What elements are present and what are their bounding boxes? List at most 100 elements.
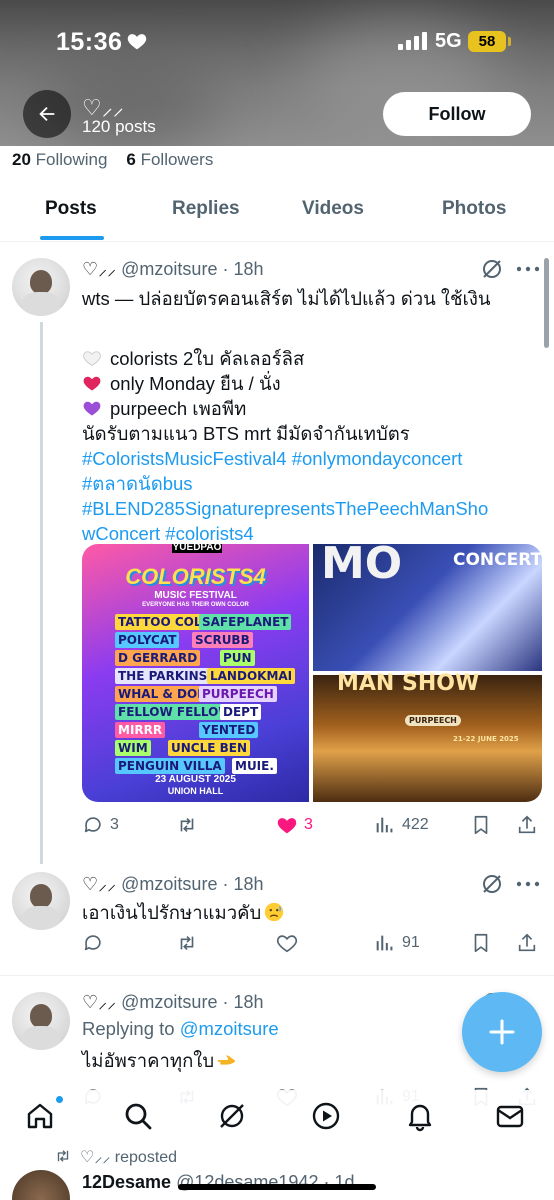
author-handle[interactable]: @mzoitsure bbox=[121, 874, 217, 894]
lineup-item: MIRRR bbox=[115, 722, 166, 738]
posts-count: 120 posts bbox=[82, 117, 156, 136]
hashtag-link[interactable]: #ตลาดนัดbus bbox=[82, 473, 193, 494]
lineup-item: MUIE. bbox=[232, 758, 277, 774]
repost-button[interactable] bbox=[176, 932, 198, 954]
scrollbar[interactable] bbox=[544, 258, 549, 348]
status-bar: 15:36 5G 58 bbox=[0, 0, 554, 80]
follow-button[interactable]: Follow bbox=[383, 92, 531, 136]
avatar[interactable] bbox=[12, 872, 70, 930]
lineup-item: FELLOW FELLOW bbox=[115, 704, 235, 720]
lineup-item: PURPEECH bbox=[199, 686, 277, 702]
lineup-item: DEPT bbox=[220, 704, 262, 720]
media-image-showcase[interactable]: MAN SHOW PURPEECH 21-22 JUNE 2025 bbox=[313, 671, 542, 802]
media-image-poster[interactable]: YUEDPAO COLORISTS4 MUSIC FESTIVAL EVERYO… bbox=[82, 544, 309, 802]
grok-icon[interactable] bbox=[480, 872, 504, 896]
lineup-item: PENGUIN VILLA bbox=[115, 758, 225, 774]
home-notification-dot bbox=[56, 1096, 63, 1103]
more-icon[interactable] bbox=[516, 880, 540, 888]
network-label: 5G bbox=[435, 30, 462, 52]
post-actions: 3 3 422 bbox=[82, 814, 542, 838]
notifications-icon[interactable] bbox=[404, 1100, 436, 1132]
lineup-item: SAFEPLANET bbox=[199, 614, 292, 630]
bottom-nav bbox=[0, 1090, 554, 1144]
reply-icon bbox=[84, 935, 101, 951]
following-link[interactable]: 20 Following bbox=[12, 150, 107, 169]
avatar[interactable] bbox=[12, 258, 70, 316]
search-icon[interactable] bbox=[122, 1100, 154, 1132]
avatar[interactable] bbox=[12, 1170, 70, 1200]
tab-replies[interactable]: Replies bbox=[172, 198, 240, 220]
post-actions: 91 bbox=[82, 932, 542, 956]
reply-button[interactable] bbox=[82, 932, 104, 954]
follow-counts: 20 Following 6 Followers bbox=[12, 150, 213, 170]
tab-posts[interactable]: Posts bbox=[45, 198, 97, 220]
replying-handle-link[interactable]: @mzoitsure bbox=[180, 1018, 279, 1039]
avatar[interactable] bbox=[12, 992, 70, 1050]
views-button[interactable]: 91 bbox=[374, 932, 420, 954]
author-name[interactable]: ♡⸝⸝ bbox=[82, 992, 116, 1012]
hashtag-link[interactable]: #colorists4 bbox=[165, 523, 253, 544]
author-name[interactable]: ♡⸝⸝ bbox=[82, 259, 116, 279]
like-button[interactable]: 3 bbox=[276, 814, 313, 836]
repost-button[interactable] bbox=[176, 814, 198, 836]
lineup-item: YENTED bbox=[199, 722, 259, 738]
views-icon bbox=[376, 935, 393, 951]
lineup-item: D GERRARD bbox=[115, 650, 201, 666]
media-text: MAN SHOW bbox=[337, 671, 480, 696]
tab-photos[interactable]: Photos bbox=[442, 198, 506, 220]
hashtag-link[interactable]: #ColoristsMusicFestival4 bbox=[82, 448, 287, 469]
post-media-grid: YUEDPAO COLORISTS4 MUSIC FESTIVAL EVERYO… bbox=[82, 544, 542, 802]
more-icon[interactable] bbox=[516, 265, 540, 273]
post-header: ♡⸝⸝ @mzoitsure · 18h bbox=[82, 992, 264, 1012]
video-icon[interactable] bbox=[310, 1100, 342, 1132]
author-handle[interactable]: @mzoitsure bbox=[121, 259, 217, 279]
battery-icon: 58 bbox=[468, 31, 506, 52]
media-text: PURPEECH bbox=[405, 715, 461, 726]
author-handle[interactable]: @mzoitsure bbox=[121, 992, 217, 1012]
reply-button[interactable]: 3 bbox=[82, 814, 119, 836]
purple-heart-icon bbox=[83, 401, 101, 416]
white-heart-icon bbox=[83, 351, 101, 366]
poster-title: COLORISTS4 bbox=[125, 564, 266, 589]
share-button[interactable] bbox=[516, 814, 538, 836]
hashtag-link[interactable]: #BLEND285SignaturepresentsThePeechManSho bbox=[82, 498, 488, 519]
bookmark-icon bbox=[474, 815, 488, 835]
media-text: MO bbox=[321, 544, 403, 589]
lineup-item: UNCLE BEN bbox=[168, 740, 251, 756]
share-icon bbox=[518, 815, 536, 834]
poster-venue: UNION HALL bbox=[167, 786, 224, 796]
back-arrow-icon bbox=[39, 106, 55, 122]
messages-icon[interactable] bbox=[494, 1100, 526, 1132]
bookmark-button[interactable] bbox=[470, 814, 492, 836]
author-name[interactable]: ♡⸝⸝ bbox=[82, 874, 116, 894]
followers-link[interactable]: 6 Followers bbox=[126, 150, 213, 169]
share-icon bbox=[518, 933, 536, 952]
post-time[interactable]: 18h bbox=[233, 992, 263, 1012]
lineup-item: PUN bbox=[220, 650, 255, 666]
compose-button[interactable] bbox=[462, 992, 542, 1072]
grok-icon[interactable] bbox=[480, 257, 504, 281]
thread-line bbox=[40, 322, 43, 864]
views-button[interactable]: 422 bbox=[374, 814, 429, 836]
repost-icon bbox=[180, 817, 194, 833]
back-button[interactable] bbox=[23, 90, 71, 138]
home-icon[interactable] bbox=[24, 1100, 56, 1132]
like-icon bbox=[277, 818, 297, 834]
bookmark-button[interactable] bbox=[470, 932, 492, 954]
tab-videos[interactable]: Videos bbox=[302, 198, 364, 220]
poster-top: YUEDPAO bbox=[172, 544, 222, 553]
like-button[interactable] bbox=[276, 932, 298, 954]
lineup-item: POLYCAT bbox=[115, 632, 180, 648]
post-time[interactable]: 18h bbox=[233, 874, 263, 894]
hashtag-link[interactable]: #onlymondayconcert bbox=[292, 448, 463, 469]
media-image-concert[interactable]: MO CONCERT bbox=[313, 544, 542, 671]
post-header: ♡⸝⸝ @mzoitsure · 18h bbox=[82, 259, 264, 279]
grok-nav-icon[interactable] bbox=[216, 1100, 248, 1132]
lineup-item: LANDOKMAI bbox=[207, 668, 296, 684]
post-time[interactable]: 18h bbox=[233, 259, 263, 279]
author-name[interactable]: 12Desame bbox=[82, 1172, 171, 1192]
share-button[interactable] bbox=[516, 932, 538, 954]
lineup-item: WIM bbox=[115, 740, 151, 756]
hashtag-link[interactable]: wConcert bbox=[82, 523, 160, 544]
compose-icon bbox=[489, 1019, 515, 1045]
